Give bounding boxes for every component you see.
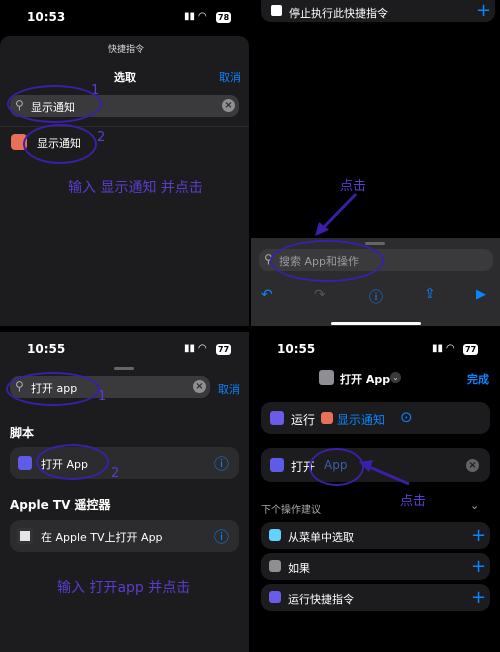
shortcut-name[interactable]: 打开 App xyxy=(340,371,390,387)
done-button[interactable]: 完成 xyxy=(467,371,489,387)
panel-search-open-app: 10:55 ▮▮ ◠ 77 ⚲ 打开 app × 取消 1 脚本 打开 App … xyxy=(0,332,249,652)
instruction-text: 输入 显示通知 并点击 xyxy=(68,180,203,196)
menu-icon xyxy=(269,529,281,541)
battery-level: 77 xyxy=(463,344,479,355)
notification-action-icon xyxy=(321,412,333,424)
suggestion-label: 运行快捷指令 xyxy=(288,593,354,606)
suggestion-label: 如果 xyxy=(288,562,310,575)
header-title: 选取 xyxy=(114,71,136,84)
suggestion-run-shortcut[interactable]: 运行快捷指令 + xyxy=(261,584,490,611)
stop-icon xyxy=(271,5,282,16)
open-app-icon xyxy=(18,456,32,470)
annotation-arrow xyxy=(315,192,358,236)
tv-remote-icon xyxy=(17,528,33,544)
annotation-circle-search xyxy=(6,372,100,406)
action-label: 停止执行此快捷指令 xyxy=(289,7,388,20)
chevron-down-icon[interactable]: ⌄ xyxy=(470,499,479,512)
status-time: 10:55 xyxy=(277,342,316,356)
remove-icon[interactable]: × xyxy=(466,459,479,472)
annotation-2: 2 xyxy=(97,130,106,145)
annotation-circle-result xyxy=(23,124,97,164)
annotation-circle-search xyxy=(270,240,384,282)
panel-shortcut-editor: 10:55 ▮▮ ◠ 77 打开 App ⌄ 完成 运行 显示通知 ⊙ 打开 A… xyxy=(251,332,500,652)
run-parameter[interactable]: 显示通知 xyxy=(337,411,385,428)
clear-icon[interactable]: × xyxy=(222,99,235,112)
cancel-button[interactable]: 取消 xyxy=(219,69,241,85)
home-indicator xyxy=(331,322,421,325)
section-apple-tv: Apple TV 遥控器 xyxy=(10,498,111,512)
suggestion-choose-from-menu[interactable]: 从菜单中选取 + xyxy=(261,522,490,549)
toolbar: ↶ ↷ ⓘ ⇪ ▶ xyxy=(251,281,500,311)
status-time: 10:53 xyxy=(27,10,66,24)
grabber xyxy=(365,242,385,245)
suggestion-if[interactable]: 如果 + xyxy=(261,553,490,580)
section-scripting: 脚本 xyxy=(10,426,35,440)
grabber xyxy=(114,367,134,370)
result-label: 在 Apple TV上打开 App xyxy=(41,531,163,544)
status-time: 10:55 xyxy=(27,342,66,356)
result-open-app-on-tv[interactable]: 在 Apple TV上打开 App ⓘ xyxy=(10,520,239,552)
clear-icon[interactable]: × xyxy=(193,380,206,393)
status-signal-icons: ▮▮ ◠ xyxy=(184,343,207,354)
annotation-click: 点击 xyxy=(400,494,427,509)
if-icon xyxy=(269,560,281,572)
instruction-text: 输入 打开app 并点击 xyxy=(57,580,191,596)
panel-choose-action: 10:53 ▮▮ ◠ 78 快捷指令 选取 取消 ⚲ 显示通知 × 1 显示通知… xyxy=(0,0,249,326)
shortcuts-icon xyxy=(270,411,284,425)
add-icon[interactable]: + xyxy=(471,525,486,546)
action-run-shortcut[interactable]: 运行 显示通知 ⊙ xyxy=(261,402,490,434)
action-label: 运行 xyxy=(291,413,316,427)
add-icon[interactable]: + xyxy=(471,587,486,608)
info-icon[interactable]: ⓘ xyxy=(369,287,383,307)
play-icon[interactable]: ▶ xyxy=(476,287,486,302)
undo-icon[interactable]: ↶ xyxy=(261,287,273,303)
annotation-2: 2 xyxy=(111,466,120,481)
panel-editor-search: 停止执行此快捷指令 + 点击 ⚲ 搜索 App和操作 ↶ ↷ ⓘ ⇪ ▶ xyxy=(251,0,500,326)
info-icon[interactable]: ⓘ xyxy=(214,526,229,547)
sheet: 快捷指令 选取 取消 ⚲ 显示通知 × 1 显示通知 2 输入 显示通知 并点击 xyxy=(0,36,249,326)
shortcut-icon xyxy=(319,370,334,385)
battery-level: 78 xyxy=(216,12,232,23)
add-icon[interactable]: + xyxy=(476,0,491,21)
suggestions-header: 下个操作建议 xyxy=(261,505,321,516)
share-icon[interactable]: ⇪ xyxy=(424,286,436,302)
chevron-down-icon[interactable]: ⌄ xyxy=(390,372,401,383)
battery-level: 77 xyxy=(216,344,232,355)
redo-icon[interactable]: ↷ xyxy=(314,287,326,303)
sheet-title: 快捷指令 xyxy=(108,45,145,55)
status-signal-icons: ▮▮ ◠ xyxy=(184,11,207,22)
add-icon[interactable]: + xyxy=(471,556,486,577)
cancel-button[interactable]: 取消 xyxy=(218,381,240,397)
suggestion-label: 从菜单中选取 xyxy=(288,531,354,544)
shortcuts-icon xyxy=(269,591,281,603)
action-stop-shortcut[interactable]: 停止执行此快捷指令 + xyxy=(261,0,495,22)
chevron-right-icon[interactable]: ⊙ xyxy=(400,408,413,426)
info-icon[interactable]: ⓘ xyxy=(214,453,229,474)
annotation-circle-search xyxy=(7,85,102,123)
status-signal-icons: ▮▮ ◠ xyxy=(432,343,455,354)
open-app-icon xyxy=(270,458,284,472)
annotation-circle-result xyxy=(36,444,109,480)
